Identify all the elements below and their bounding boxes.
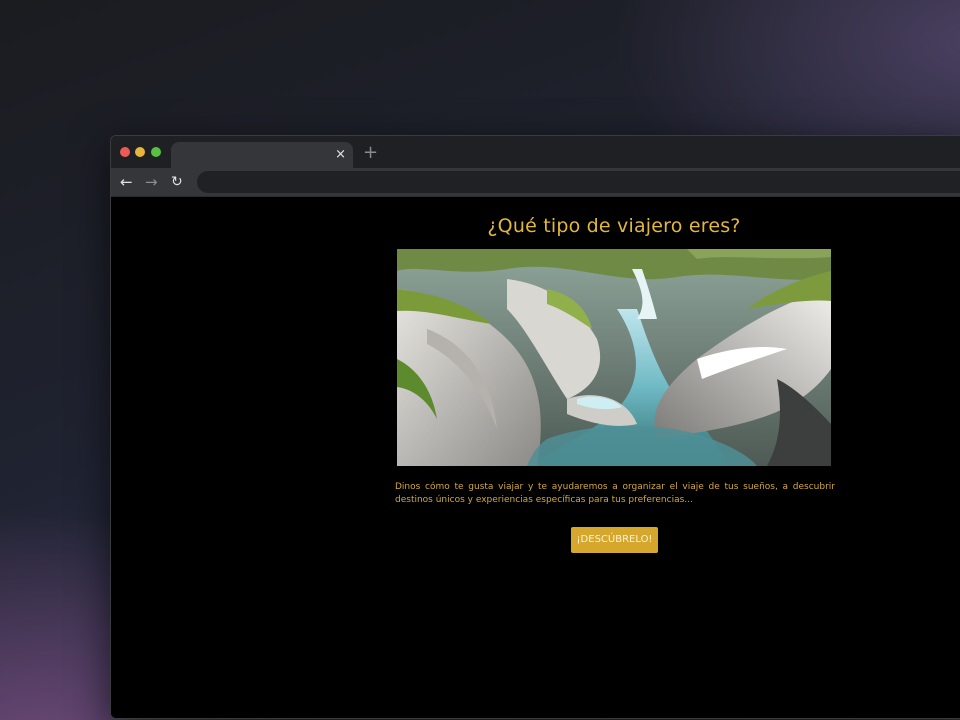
intro-description: Dinos cómo te gusta viajar y te ayudarem… [395,482,835,505]
maximize-window-button[interactable] [151,147,161,157]
browser-window: × + ← → ↻ ¿Qué tipo de viajero eres? Din… [110,135,960,719]
page-viewport: ¿Qué tipo de viajero eres? Dinos cómo te… [111,197,960,718]
browser-tab[interactable]: × [171,142,353,168]
page-title: ¿Qué tipo de viajero eres? [487,215,741,237]
close-window-button[interactable] [120,147,130,157]
address-bar[interactable] [197,171,960,193]
arrow-left-icon[interactable]: ← [120,172,133,192]
plus-icon[interactable]: + [363,143,378,163]
arrow-right-icon[interactable]: → [145,172,158,192]
landscape-image [397,249,831,466]
tab-bar: × + [111,136,960,168]
close-icon[interactable]: × [335,146,346,164]
minimize-window-button[interactable] [135,147,145,157]
discover-button[interactable]: ¡DESCÚBRELO! [571,527,658,553]
reload-icon[interactable]: ↻ [171,172,183,192]
browser-toolbar: ← → ↻ [111,168,960,197]
